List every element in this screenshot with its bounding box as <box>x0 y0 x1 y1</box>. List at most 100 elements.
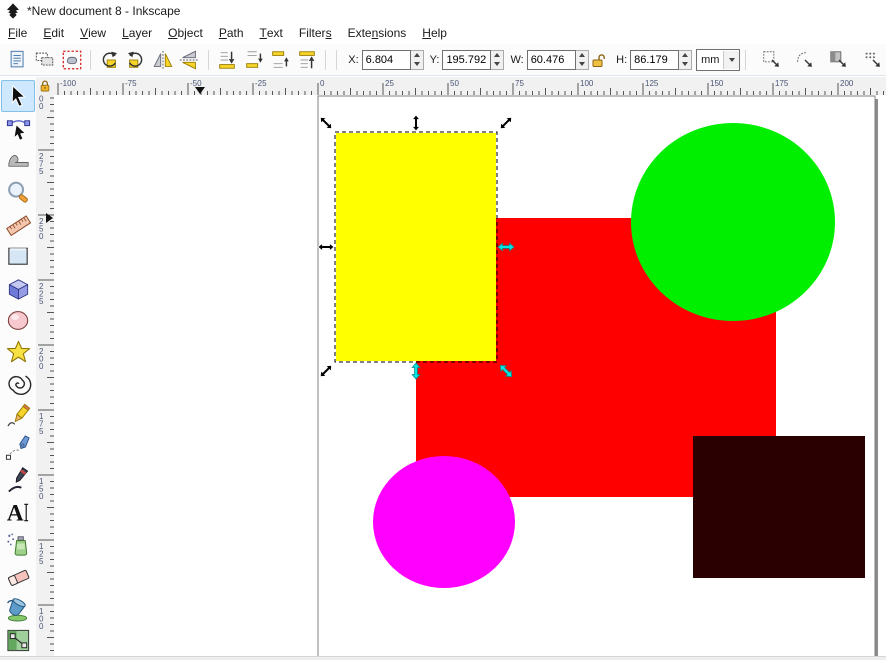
menu-path[interactable]: Path <box>211 22 252 44</box>
svg-text:50: 50 <box>450 79 459 88</box>
window-title: *New document 8 - Inkscape <box>27 4 181 18</box>
h-field[interactable] <box>630 49 680 70</box>
svg-text:0: 0 <box>39 232 44 241</box>
calligraphy-tool[interactable] <box>1 464 35 496</box>
menu-help[interactable]: Help <box>414 22 455 44</box>
yellow-rectangle[interactable] <box>336 133 496 361</box>
text-tool[interactable]: A <box>1 496 35 528</box>
svg-text:0: 0 <box>39 102 44 111</box>
svg-text:75: 75 <box>515 79 524 88</box>
deselect-button[interactable] <box>59 46 84 74</box>
zoom-tool[interactable] <box>1 176 35 208</box>
node-editor-tool[interactable] <box>1 112 35 144</box>
svg-text:200: 200 <box>840 79 854 88</box>
scale-stroke-toggle[interactable] <box>759 46 784 74</box>
lower-one-step-button[interactable] <box>241 46 266 74</box>
y-field[interactable] <box>442 49 492 70</box>
canvas[interactable] <box>54 95 886 660</box>
select-all-layers-button[interactable] <box>33 46 58 74</box>
chevron-down-icon <box>723 50 740 69</box>
svg-text:A: A <box>6 500 23 525</box>
flip-vertical-button[interactable] <box>177 46 202 74</box>
title-bar: *New document 8 - Inkscape <box>0 0 886 22</box>
inkscape-window: *New document 8 - Inkscape File Edit View L… <box>0 0 886 660</box>
svg-text:-100: -100 <box>60 79 77 88</box>
pencil-tool[interactable] <box>1 400 35 432</box>
lower-to-bottom-button[interactable] <box>215 46 240 74</box>
tweak-tool[interactable] <box>1 144 35 176</box>
bezier-tool[interactable] <box>1 432 35 464</box>
spiral-tool[interactable] <box>1 368 35 400</box>
w-field[interactable] <box>526 49 576 70</box>
horizontal-scrollbar[interactable] <box>0 656 886 660</box>
raise-to-top-button[interactable] <box>295 46 320 74</box>
menu-filters[interactable]: Filter s <box>291 22 340 44</box>
svg-text:0: 0 <box>39 622 44 631</box>
toolbar-separator <box>207 49 209 70</box>
vertical-ruler[interactable]: 300275250225200175150125100 <box>36 95 54 656</box>
menu-extensions[interactable]: Exte n sions <box>340 22 415 44</box>
svg-text:150: 150 <box>710 79 724 88</box>
raise-one-step-button[interactable] <box>268 46 293 74</box>
svg-text:0: 0 <box>320 79 325 88</box>
ruler-position-marker <box>195 87 205 94</box>
menu-file[interactable]: File <box>0 22 35 44</box>
gradient-tool[interactable] <box>1 624 35 656</box>
move-gradients-toggle[interactable] <box>827 46 852 74</box>
tool-controls-bar: X: Y: W: H: mm <box>0 44 886 76</box>
w-field-label: W: <box>510 53 524 66</box>
unit-value: mm <box>701 53 720 66</box>
h-field-label: H: <box>616 53 628 66</box>
y-field-label: Y: <box>429 53 440 66</box>
menu-view[interactable]: View <box>72 22 114 44</box>
svg-text:5: 5 <box>39 297 44 306</box>
move-patterns-toggle[interactable] <box>860 46 885 74</box>
unit-dropdown[interactable]: mm <box>696 48 741 71</box>
y-field-stepper[interactable] <box>491 49 505 70</box>
h-field-stepper[interactable] <box>679 49 693 70</box>
toolbar-separator <box>745 49 747 70</box>
svg-text:-75: -75 <box>125 79 137 88</box>
scale-corners-toggle[interactable] <box>793 46 818 74</box>
svg-text:125: 125 <box>645 79 659 88</box>
menu-bar: File Edit View Layer Object Path Text Filter s Ex… <box>0 22 886 44</box>
toolbox: A <box>0 77 37 656</box>
selector-tool[interactable] <box>1 80 35 112</box>
svg-text:175: 175 <box>775 79 789 88</box>
toolbar-separator <box>325 49 327 70</box>
svg-text:100: 100 <box>580 79 594 88</box>
w-field-stepper[interactable] <box>575 49 589 70</box>
x-field-stepper[interactable] <box>410 49 424 70</box>
horizontal-ruler[interactable]: -100 -75 -50 -25 0 25 50 75 100 125 150 175 200 <box>54 77 886 95</box>
paint-bucket-tool[interactable] <box>1 592 35 624</box>
rotate-ccw-button[interactable] <box>97 46 122 74</box>
menu-text[interactable]: Text <box>252 22 291 44</box>
menu-edit[interactable]: Edit <box>35 22 72 44</box>
menu-layer[interactable]: Layer <box>114 22 160 44</box>
x-field[interactable] <box>361 49 411 70</box>
dark-rectangle[interactable] <box>693 436 865 578</box>
svg-text:0: 0 <box>39 362 44 371</box>
eraser-tool[interactable] <box>1 560 35 592</box>
svg-text:5: 5 <box>39 557 44 566</box>
ellipse-tool[interactable] <box>1 304 35 336</box>
svg-text:5: 5 <box>39 167 44 176</box>
flip-horizontal-button[interactable] <box>150 46 175 74</box>
x-field-label: X: <box>348 53 359 66</box>
toolbar-separator <box>90 49 91 70</box>
select-all-button[interactable] <box>6 46 31 74</box>
svg-text:-25: -25 <box>255 79 267 88</box>
menu-object[interactable]: Object <box>160 22 211 44</box>
lock-guides-toggle[interactable] <box>36 77 54 95</box>
svg-text:0: 0 <box>39 492 44 501</box>
lock-dimensions-button[interactable] <box>591 50 608 70</box>
rotate-cw-button[interactable] <box>124 46 149 74</box>
green-circle[interactable] <box>631 123 835 321</box>
rectangle-tool[interactable] <box>1 240 35 272</box>
star-tool[interactable] <box>1 336 35 368</box>
measure-tool[interactable] <box>1 208 35 240</box>
toolbar-separator <box>336 49 338 70</box>
magenta-circle[interactable] <box>373 456 515 588</box>
box-3d-tool[interactable] <box>1 272 35 304</box>
spray-tool[interactable] <box>1 528 35 560</box>
